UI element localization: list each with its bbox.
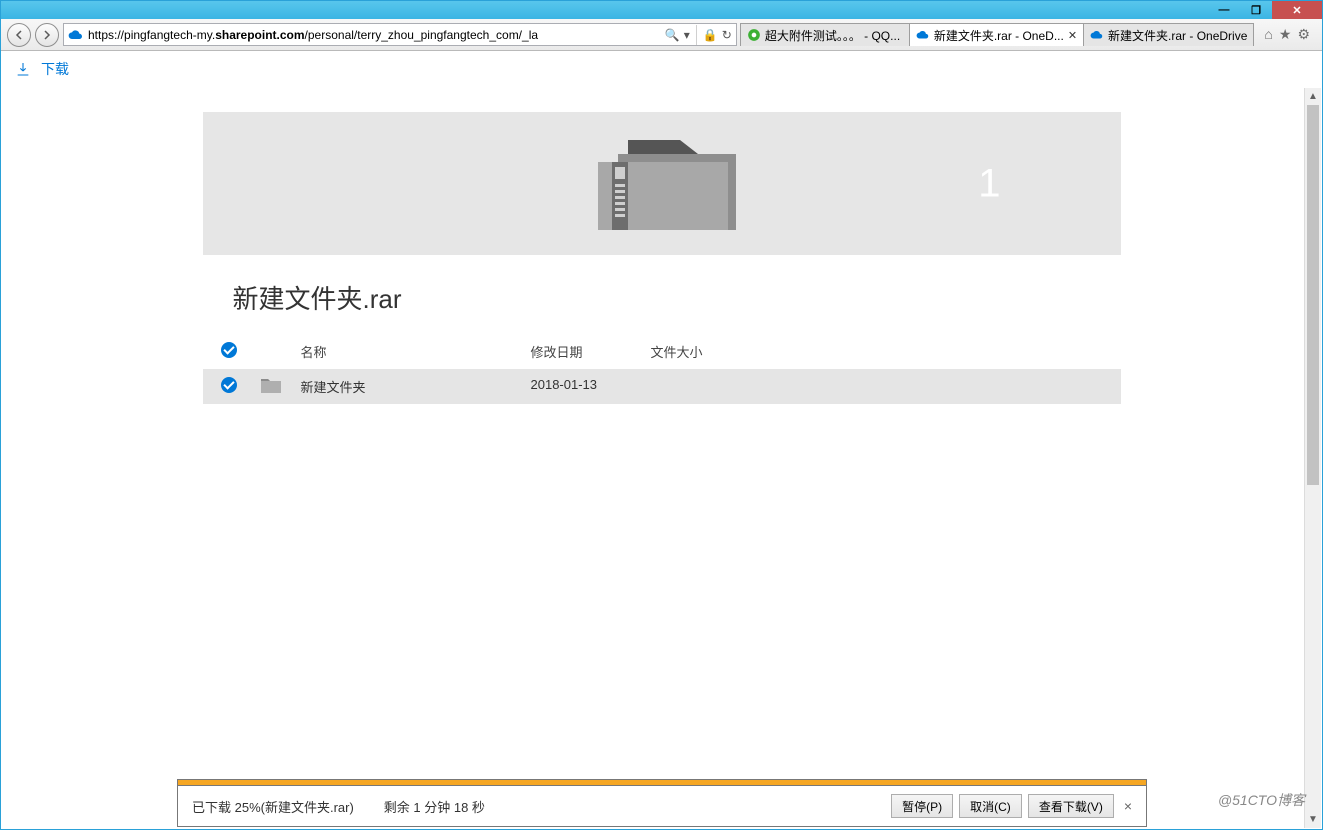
banner: 1 [203,112,1121,255]
cancel-button[interactable]: 取消(C) [959,794,1022,818]
dismiss-button[interactable]: × [1124,798,1132,814]
col-size[interactable]: 文件大小 [651,342,771,361]
home-icon[interactable]: ⌂ [1264,26,1272,43]
search-icon[interactable]: 🔍 [665,28,680,42]
minimize-button[interactable]: — [1208,1,1240,19]
tab-qq[interactable]: 超大附件测试。。。 - QQ... [740,23,910,46]
tab-close-icon[interactable]: ✕ [1068,29,1077,42]
browser-nav-bar: https://pingfangtech-my.sharepoint.com/p… [1,19,1322,51]
vertical-scrollbar[interactable]: ▲ ▼ [1304,88,1321,828]
nav-back-button[interactable] [7,23,31,47]
tab-strip: 超大附件测试。。。 - QQ... 新建文件夹.rar - OneD... ✕ … [741,23,1255,46]
tab-onedrive-2[interactable]: 新建文件夹.rar - OneDrive [1083,23,1254,46]
column-headers: 名称 修改日期 文件大小 [203,332,1121,369]
refresh-icon[interactable]: ↻ [722,28,732,42]
view-downloads-button[interactable]: 查看下载(V) [1028,794,1114,818]
onedrive-icon [916,28,930,42]
download-notification-bar: 已下载 25%(新建文件夹.rar) 剩余 1 分钟 18 秒 暂停(P) 取消… [177,785,1147,827]
close-button[interactable]: ✕ [1272,1,1322,19]
tab-label: 新建文件夹.rar - OneD... [934,27,1064,44]
row-size [651,377,771,396]
scroll-up-icon[interactable]: ▲ [1305,88,1321,105]
qq-icon [747,28,761,42]
download-remaining: 剩余 1 分钟 18 秒 [384,797,485,816]
pause-button[interactable]: 暂停(P) [891,794,953,818]
forward-arrow-icon [42,30,52,40]
select-all-checkbox[interactable] [221,342,237,358]
col-date[interactable]: 修改日期 [531,342,651,361]
download-icon [15,61,31,77]
page-toolbar: 下载 [1,51,1322,87]
window-titlebar: — ❐ ✕ [1,1,1322,19]
table-row[interactable]: 新建文件夹 2018-01-13 [203,369,1121,404]
tab-onedrive-active[interactable]: 新建文件夹.rar - OneD... ✕ [909,23,1084,46]
tab-label: 超大附件测试。。。 - QQ... [765,27,900,44]
settings-icon[interactable]: ⚙ [1297,26,1310,43]
row-checkbox[interactable] [221,377,237,393]
folder-icon [261,377,281,393]
address-bar[interactable]: https://pingfangtech-my.sharepoint.com/p… [63,23,737,46]
onedrive-icon [68,27,84,43]
download-action[interactable]: 下载 [41,59,69,79]
page-title: 新建文件夹.rar [203,255,1121,332]
favorites-icon[interactable]: ★ [1279,26,1292,43]
archive-folder-icon [588,134,736,234]
download-status: 已下载 25%(新建文件夹.rar) [192,797,354,816]
item-count: 1 [978,161,1000,206]
onedrive-icon [1090,28,1104,42]
content-panel: 1 新建文件夹.rar 名称 修改日期 文件大小 新建文件夹 2018-01-1… [203,112,1121,404]
lock-icon: 🔒 [703,28,718,42]
row-date: 2018-01-13 [531,377,651,396]
nav-forward-button[interactable] [35,23,59,47]
watermark: @51CTO博客 [1218,790,1305,810]
scroll-thumb[interactable] [1307,105,1319,485]
dropdown-icon[interactable]: ▾ [684,28,690,42]
tab-label: 新建文件夹.rar - OneDrive [1108,27,1247,44]
row-name: 新建文件夹 [301,377,531,396]
maximize-button[interactable]: ❐ [1240,1,1272,19]
scroll-down-icon[interactable]: ▼ [1305,811,1321,828]
url-text: https://pingfangtech-my.sharepoint.com/p… [88,28,665,42]
col-name[interactable]: 名称 [301,342,531,361]
back-arrow-icon [14,30,24,40]
